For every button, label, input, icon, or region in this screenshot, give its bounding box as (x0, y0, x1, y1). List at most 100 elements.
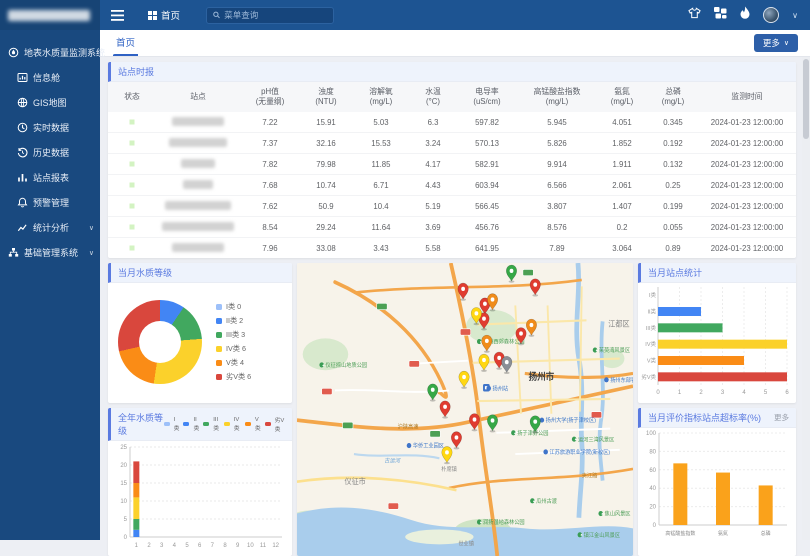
value-cell: 1.911 (596, 160, 648, 169)
value-cell: 4.17 (410, 160, 456, 169)
avatar-chevron-down-icon[interactable]: ∨ (792, 11, 798, 20)
value-cell: 9.914 (518, 160, 596, 169)
svg-text:劣V类: 劣V类 (641, 373, 656, 381)
table-header-row: 状态站点pH值(无量纲)浊度(NTU)溶解氧(mg/L)水温(°C)电导率(uS… (108, 82, 796, 112)
svg-text:4: 4 (742, 390, 746, 396)
sidebar-item-实时数据[interactable]: 实时数据 (0, 115, 100, 140)
legend-item[interactable]: V类 (245, 417, 261, 432)
station-name-cell (156, 243, 240, 254)
table-row[interactable]: 7.3732.1615.533.24570.135.8261.8520.1922… (108, 133, 796, 154)
sidebar-item-信息舱[interactable]: 信息舱 (0, 65, 100, 90)
sidebar-item-GIS地图[interactable]: GIS地图 (0, 90, 100, 115)
menu-search[interactable] (206, 7, 334, 24)
svg-text:80: 80 (649, 449, 656, 455)
table-row[interactable]: 8.5429.2411.643.69456.768.5760.20.055202… (108, 217, 796, 238)
monthly-quality-card: 当月水质等级 I类 0II类 2III类 3IV类 6V类 4劣V类 6 (108, 263, 292, 403)
sidebar: 地表水质量监测系统∧信息舱GIS地图实时数据历史数据站点报表预警管理统计分析∨基… (0, 0, 100, 540)
legend-item[interactable]: IV类 6 (216, 344, 251, 354)
layout-screen-icon[interactable] (714, 6, 727, 24)
legend-item[interactable]: 劣V类 6 (216, 372, 251, 382)
svg-text:2: 2 (699, 390, 703, 396)
svg-text:9: 9 (236, 543, 240, 549)
legend-item[interactable]: IV类 (224, 417, 241, 432)
more-button[interactable]: 更多 ∨ (754, 34, 798, 52)
legend-item[interactable]: II类 (183, 417, 199, 432)
app-logo (0, 0, 100, 30)
value-cell: 6.566 (518, 181, 596, 190)
table-row[interactable]: 7.6250.910.45.19566.453.8071.4070.199202… (108, 196, 796, 217)
map-label: 焦山风景区 (605, 509, 631, 517)
nav-home-label: 首页 (161, 8, 180, 22)
sidebar-item-历史数据[interactable]: 历史数据 (0, 140, 100, 165)
annual-quality-bar-chart[interactable]: 0510152025123456789101112 (108, 441, 292, 556)
value-cell: 5.945 (518, 118, 596, 127)
sidebar-item-统计分析[interactable]: 统计分析∨ (0, 215, 100, 240)
table-row[interactable]: 7.2215.915.036.3597.825.9454.0510.345202… (108, 112, 796, 133)
svg-text:3: 3 (721, 390, 725, 396)
value-cell: 0.345 (648, 118, 698, 127)
legend-swatch (224, 422, 230, 426)
station-name-cell (156, 201, 240, 212)
svg-text:0: 0 (653, 523, 657, 529)
nav-home[interactable]: 首页 (148, 8, 180, 22)
table-row[interactable]: 7.9633.083.435.58641.957.893.0640.892024… (108, 238, 796, 258)
legend-item[interactable]: V类 4 (216, 358, 251, 368)
legend-item[interactable]: I类 0 (216, 302, 251, 312)
theme-shirt-icon[interactable] (688, 6, 701, 24)
value-cell: 10.4 (352, 202, 410, 211)
exceed-more-link[interactable]: 更多 (774, 412, 789, 423)
user-avatar[interactable] (763, 7, 779, 23)
map-label: 夹江路 (582, 471, 598, 479)
svg-text:0: 0 (656, 390, 660, 396)
history-icon (17, 147, 28, 158)
search-input[interactable] (224, 10, 327, 20)
station-name-cell (156, 138, 240, 149)
value-cell: 8.576 (518, 223, 596, 232)
sidebar-item-label: 基础管理系统 (24, 246, 78, 259)
station-map[interactable]: 扬州市江都区仪征市♣扬州西郊森林公园♣仪征捺山地质公园♣茱萸湾风景区♣运河三湾风… (297, 263, 633, 556)
legend-item[interactable]: I类 (164, 417, 180, 432)
legend-item[interactable]: II类 2 (216, 316, 251, 326)
exceed-rate-bar-chart[interactable]: 020406080100高锰酸盐指数氨氮总磷 (638, 428, 796, 543)
map-label: 仪征市 (344, 475, 366, 486)
sidebar-item-预警管理[interactable]: 预警管理 (0, 190, 100, 215)
sidebar-item-站点报表[interactable]: 站点报表 (0, 165, 100, 190)
sidebar-item-label: 地表水质量监测系统 (24, 46, 105, 59)
realtime-icon (17, 122, 28, 133)
value-cell: 603.94 (456, 181, 518, 190)
svg-text:3: 3 (160, 543, 164, 549)
column-header: 氨氮(mg/L) (596, 87, 648, 106)
scrollbar-thumb[interactable] (803, 59, 809, 139)
time-cell: 2024-01-23 12:00:00 (698, 160, 796, 169)
water-system-icon (8, 47, 19, 58)
column-header: 浊度(NTU) (300, 87, 352, 106)
more-button-label: 更多 (763, 37, 780, 49)
map-label: 扬州大学(扬子津校区) (546, 416, 596, 424)
sidebar-item-基础管理系统[interactable]: 基础管理系统∨ (0, 240, 100, 265)
chevron-down-icon: ∨ (784, 39, 789, 47)
hamburger-menu-icon[interactable] (100, 10, 134, 21)
legend-label: III类 3 (226, 330, 245, 340)
value-cell: 33.08 (300, 244, 352, 253)
map-label: 古运河 (384, 457, 401, 464)
legend-item[interactable]: III类 (203, 417, 220, 432)
svg-text:12: 12 (272, 543, 279, 549)
legend-label: 劣V类 (275, 415, 285, 433)
map-label: 扬州市 (529, 370, 555, 382)
sidebar-item-label: 历史数据 (33, 146, 69, 159)
station-stats-bar-chart[interactable]: 0123456I类II类III类IV类V类劣V类 (638, 283, 796, 402)
water-quality-donut-chart[interactable] (118, 300, 202, 384)
stats-icon (17, 222, 28, 233)
legend-item[interactable]: 劣V类 (265, 415, 285, 433)
table-row[interactable]: 7.6810.746.714.43603.946.5662.0610.25202… (108, 175, 796, 196)
sidebar-item-label: 信息舱 (33, 71, 60, 84)
flame-icon[interactable] (740, 6, 750, 24)
svg-text:II类: II类 (647, 308, 656, 316)
sidebar-item-地表水质量监测系统[interactable]: 地表水质量监测系统∧ (0, 40, 100, 65)
table-row[interactable]: 7.8279.9811.854.17582.919.9141.9110.1322… (108, 154, 796, 175)
tab-home[interactable]: 首页 (113, 30, 138, 56)
page-scrollbar[interactable] (802, 57, 810, 540)
legend-item[interactable]: III类 3 (216, 330, 251, 340)
value-cell: 4.051 (596, 118, 648, 127)
svg-text:20: 20 (120, 463, 127, 469)
